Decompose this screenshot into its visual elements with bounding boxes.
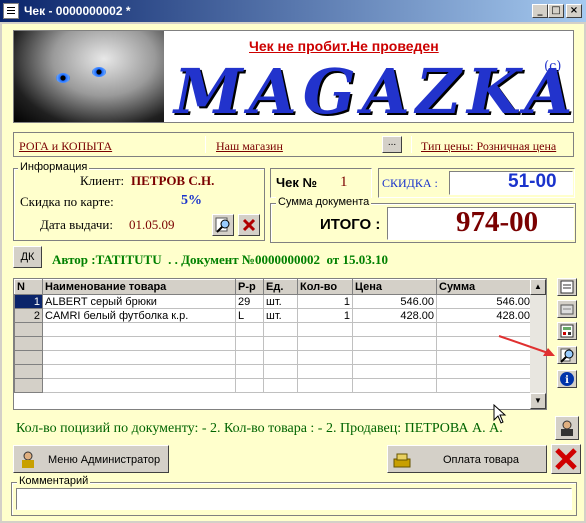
store-link[interactable]: Наш магазин (216, 139, 283, 154)
comment-label: Комментарий (17, 475, 91, 487)
item-qty[interactable]: 1 (297, 294, 353, 309)
col-header-name[interactable]: Наименование товара (42, 279, 236, 295)
item-sum[interactable]: 428.00 (436, 308, 533, 323)
table-row[interactable] (14, 364, 533, 379)
calculator-icon (560, 324, 574, 338)
table-row[interactable] (14, 378, 533, 393)
table-row[interactable] (14, 336, 533, 351)
close-icon (555, 448, 577, 470)
minimize-button[interactable]: _ (532, 4, 548, 18)
header-link-row: РОГА и КОПЫТА Наш магазин ... Тип цены: … (13, 132, 574, 157)
row-number: 1 (14, 294, 43, 309)
close-window-button[interactable]: × (566, 4, 582, 18)
logo-text: MAGAZKA (174, 55, 574, 123)
window-title: Чек - 0000000002 * (24, 4, 131, 18)
delete-icon (242, 218, 256, 232)
client-label: Клиент: (80, 173, 125, 188)
pay-button-label: Оплата товара (443, 454, 520, 466)
document-icon (560, 280, 574, 294)
client-value: ПЕТРОВ С.Н. (131, 173, 215, 188)
grid-header: N Наименование товара Р-р Ед. Кол-во Цен… (14, 279, 533, 295)
item-size[interactable]: 29 (235, 294, 264, 309)
card-discount-label: Скидка по карте: (20, 194, 114, 209)
cat-eye-left (56, 73, 70, 83)
cat-image (14, 31, 164, 122)
admin-icon (22, 451, 34, 468)
item-price[interactable]: 428.00 (352, 308, 437, 323)
item-size[interactable]: L (235, 308, 264, 323)
calculator-button[interactable] (557, 322, 577, 340)
scroll-up-arrow[interactable]: ▲ (530, 279, 546, 295)
clear-client-button[interactable] (238, 214, 260, 236)
table-row[interactable]: 2 CAMRI белый футболка к.р. L шт. 1 428.… (14, 308, 533, 323)
info-icon: i (560, 372, 574, 386)
comment-input[interactable] (16, 488, 572, 510)
issue-date-value: 01.05.09 (129, 217, 175, 232)
summary-line: Кол-во поцизий по документу: - 2. Кол-во… (16, 421, 503, 436)
info-button[interactable]: i (557, 370, 577, 388)
total-label: ИТОГО : (320, 216, 381, 233)
item-qty[interactable]: 1 (297, 308, 353, 323)
user-icon (561, 420, 573, 436)
pay-button[interactable]: Оплата товара (387, 445, 547, 473)
window-menu-icon[interactable] (3, 3, 19, 19)
item-name[interactable]: ALBERT серый брюки (42, 294, 236, 309)
scroll-down-arrow[interactable]: ▼ (530, 393, 546, 409)
maximize-button[interactable]: □ (548, 4, 564, 18)
info-group-label: Информация (18, 161, 90, 173)
receipt-label: Чек № (276, 175, 317, 190)
admin-menu-button[interactable]: Меню Администратор (13, 445, 169, 473)
price-type-link[interactable]: Тип цены: Розничная цена (421, 139, 556, 154)
cat-eye-right (92, 67, 106, 77)
seller-button[interactable] (555, 416, 579, 440)
table-row[interactable]: 1 ALBERT серый брюки 29 шт. 1 546.00 546… (14, 294, 533, 309)
table-row[interactable] (14, 322, 533, 337)
sum-group-label: Сумма документа (276, 196, 372, 208)
search-item-button[interactable] (557, 346, 577, 364)
banner: Чек не пробит.Не проведен MAGAZKA (c) (13, 30, 574, 123)
item-sum[interactable]: 546.00 (436, 294, 533, 309)
total-value: 974-00 (456, 206, 539, 238)
admin-menu-label: Меню Администратор (48, 454, 161, 466)
author-line: Автор :TATITUTU . . Документ №0000000002… (52, 252, 388, 267)
col-header-price[interactable]: Цена (352, 279, 437, 295)
row-number: 2 (14, 308, 43, 323)
company-link[interactable]: РОГА и КОПЫТА (19, 139, 112, 154)
divider (205, 136, 206, 153)
item-unit[interactable]: шт. (263, 294, 298, 309)
discount-value: 51-00 (508, 171, 557, 192)
magnify-icon (215, 217, 230, 233)
col-header-n[interactable]: N (14, 279, 43, 295)
divider (411, 136, 412, 153)
search-icon (560, 348, 574, 363)
table-row[interactable] (14, 350, 533, 365)
col-header-size[interactable]: Р-р (235, 279, 264, 295)
col-header-sum[interactable]: Сумма (436, 279, 533, 295)
receipt-number: 1 (340, 174, 348, 190)
dk-button[interactable]: ДК (13, 246, 42, 268)
discount-label: СКИДКА : (382, 176, 438, 190)
copyright-mark: (c) (544, 59, 562, 74)
card-discount-value: 5% (181, 193, 202, 208)
issue-date-label: Дата выдачи: (40, 217, 114, 232)
close-form-button[interactable] (551, 444, 581, 474)
annotation-arrow (498, 335, 555, 356)
folder-icon (560, 304, 574, 315)
browse-store-button[interactable]: ... (382, 136, 402, 153)
payment-icon (393, 453, 411, 468)
svg-text:i: i (565, 375, 569, 386)
title-bar: Чек - 0000000002 * _ □ × (0, 0, 586, 22)
item-name[interactable]: CAMRI белый футболка к.р. (42, 308, 236, 323)
item-unit[interactable]: шт. (263, 308, 298, 323)
col-header-qty[interactable]: Кол-во (297, 279, 353, 295)
document-button[interactable] (557, 278, 577, 296)
col-header-unit[interactable]: Ед. (263, 279, 298, 295)
items-grid[interactable]: N Наименование товара Р-р Ед. Кол-во Цен… (13, 278, 547, 410)
status-notice: Чек не пробит.Не проведен (249, 38, 439, 54)
item-price[interactable]: 546.00 (352, 294, 437, 309)
find-client-button[interactable] (212, 214, 234, 236)
folder-button[interactable] (557, 300, 577, 318)
